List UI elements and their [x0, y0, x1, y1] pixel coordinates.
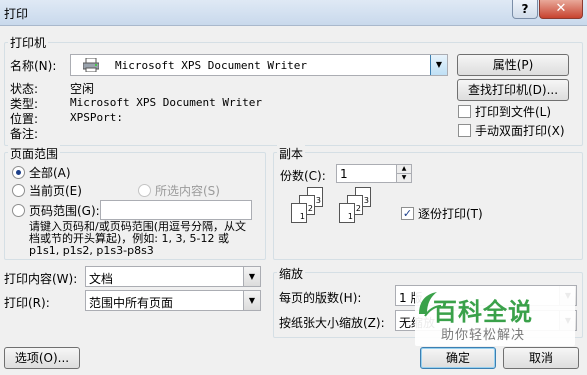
copies-title: 副本 [277, 145, 306, 162]
manual-duplex-checkbox[interactable] [458, 124, 471, 137]
print-to-file-label: 打印到文件(L) [475, 105, 552, 119]
cancel-button[interactable]: 取消 [503, 347, 579, 369]
copies-count-spinner[interactable]: 1 ▲ ▼ [336, 164, 412, 183]
window-title: 打印 [4, 7, 29, 21]
scale-label: 按纸张大小缩放(Z): [279, 316, 385, 330]
watermark-brand: 百科全说 [433, 298, 533, 326]
current-page-radio[interactable] [12, 184, 25, 197]
collate-illustration-icon: 3 2 1 [285, 187, 335, 237]
watermark-logo: 百科全说 助你轻松解决 [415, 286, 575, 346]
page-range-title: 页面范围 [8, 145, 61, 162]
watermark-tagline: 助你轻松解决 [441, 328, 526, 343]
options-button[interactable]: 选项(O)... [4, 347, 80, 369]
page-numbers-label: 页码范围(G): [29, 204, 100, 218]
close-button[interactable]: ✕ [539, 0, 583, 19]
pages-per-sheet-label: 每页的版数(H): [279, 291, 362, 305]
type-value: Microsoft XPS Document Writer [70, 96, 263, 109]
printer-name-value: Microsoft XPS Document Writer [115, 59, 308, 72]
print-what-label: 打印内容(W): [4, 272, 78, 286]
all-pages-radio[interactable] [12, 166, 25, 179]
print-option-select[interactable]: 范围中所有页面 ▼ [85, 290, 261, 311]
manual-duplex-label: 手动双面打印(X) [475, 124, 565, 138]
all-pages-label: 全部(A) [29, 166, 71, 180]
printer-name-select[interactable]: Microsoft XPS Document Writer ▼ [70, 54, 448, 76]
collate-label: 逐份打印(T) [418, 207, 483, 221]
print-to-file-checkbox[interactable] [458, 105, 471, 118]
find-printer-button[interactable]: 查找打印机(D)... [457, 79, 569, 101]
ok-button[interactable]: 确定 [420, 347, 496, 369]
chevron-down-icon[interactable]: ▼ [243, 291, 260, 310]
zoom-title: 缩放 [277, 265, 306, 282]
selection-label: 所选内容(S) [155, 184, 220, 198]
title-bar [0, 0, 587, 26]
help-button[interactable]: ? [512, 0, 538, 19]
page-numbers-input[interactable] [100, 200, 252, 220]
printer-name-label: 名称(N): [10, 59, 57, 73]
chevron-down-icon[interactable]: ▼ [243, 267, 260, 286]
properties-button[interactable]: 属性(P) [457, 54, 569, 76]
spin-up-icon[interactable]: ▲ [396, 165, 411, 173]
collate-checkbox[interactable]: ✓ [401, 207, 414, 220]
print-what-select[interactable]: 文档 ▼ [85, 266, 261, 287]
collate-illustration-icon: 3 2 1 [333, 187, 383, 237]
print-option-value: 范围中所有页面 [89, 296, 174, 310]
status-value: 空闲 [70, 82, 95, 96]
copies-count-value: 1 [340, 167, 348, 181]
spin-down-icon[interactable]: ▼ [396, 173, 411, 182]
print-option-label: 打印(R): [4, 296, 50, 310]
current-page-label: 当前页(E) [29, 184, 82, 198]
printer-group-title: 打印机 [8, 34, 49, 51]
printer-icon [82, 57, 100, 73]
selection-radio[interactable] [138, 184, 151, 197]
where-value: XPSPort: [70, 111, 123, 124]
page-numbers-radio[interactable] [12, 204, 25, 217]
copies-count-label: 份数(C): [280, 169, 326, 183]
page-range-hint: 请键入页码和/或页码范围(用逗号分隔，从文档或节的开头算起)，例如: 1, 3,… [29, 220, 246, 257]
comment-label: 备注: [10, 127, 39, 141]
chevron-down-icon[interactable]: ▼ [430, 55, 447, 75]
print-what-value: 文档 [89, 272, 114, 286]
